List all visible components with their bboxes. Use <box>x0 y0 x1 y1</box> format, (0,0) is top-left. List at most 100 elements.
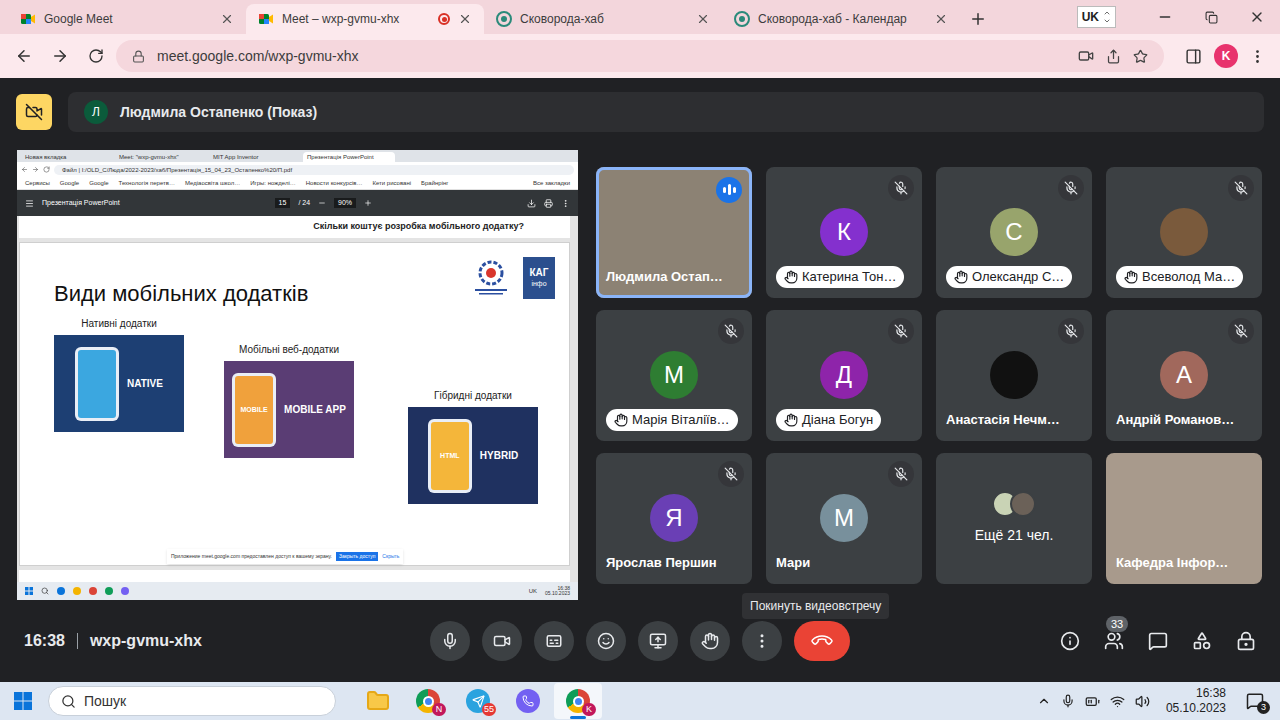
inner-url[interactable]: Файл | I:/OLD_C/Люда/2022-2023/хаб/Презе… <box>54 165 574 175</box>
app-icon[interactable] <box>89 587 97 595</box>
participant-tile[interactable]: СОлександр С… <box>936 167 1092 298</box>
people-button[interactable]: 33 <box>1104 631 1124 651</box>
taskbar-app[interactable]: K <box>554 683 602 719</box>
forward-icon[interactable] <box>32 166 39 173</box>
all-bookmarks[interactable]: Все закладки <box>533 180 570 186</box>
participant-tile[interactable]: ММарія Віталіїв… <box>596 310 752 441</box>
new-tab-button[interactable] <box>960 4 996 34</box>
close-icon[interactable] <box>458 12 472 26</box>
restore-button[interactable] <box>1188 11 1234 24</box>
bookmark[interactable]: Google <box>89 180 108 186</box>
reactions-button[interactable] <box>586 621 626 661</box>
mic-button[interactable] <box>430 621 470 661</box>
notifications-button[interactable]: 3 <box>1246 692 1264 710</box>
wifi-icon[interactable] <box>1110 694 1125 709</box>
taskbar-app[interactable] <box>354 683 402 719</box>
camera-button[interactable] <box>482 621 522 661</box>
back-button[interactable] <box>8 47 40 65</box>
url-field[interactable]: meet.google.com/wxp-gvmu-xhx <box>116 40 1164 72</box>
inner-tab[interactable]: Презентація PowerPoint <box>303 152 395 162</box>
inner-tab[interactable]: Новая вкладка <box>21 152 113 162</box>
app-icon[interactable] <box>73 587 81 595</box>
more-icon[interactable] <box>561 199 570 208</box>
leave-call-button[interactable] <box>794 621 850 661</box>
activities-icon[interactable] <box>1192 631 1212 651</box>
star-icon[interactable] <box>1133 49 1148 64</box>
presenting-button[interactable] <box>16 94 52 130</box>
bookmark[interactable]: Технологія перетв… <box>119 180 175 186</box>
chat-icon[interactable] <box>1148 631 1168 651</box>
participant-tile[interactable]: ММари <box>766 453 922 584</box>
zoom-field[interactable]: 90% <box>334 198 356 209</box>
close-icon[interactable] <box>696 12 710 26</box>
page-field[interactable]: 15 <box>275 198 291 209</box>
taskbar-app[interactable] <box>504 683 552 719</box>
windows-icon[interactable] <box>25 587 33 595</box>
windows-icon[interactable] <box>14 692 32 710</box>
download-icon[interactable] <box>527 199 536 208</box>
zoom-in-icon[interactable] <box>364 199 372 207</box>
host-controls-icon[interactable] <box>1236 631 1256 651</box>
bookmark[interactable]: Сервисы <box>25 180 50 186</box>
print-icon[interactable] <box>544 199 553 208</box>
participant-tile[interactable]: Всеволод Ма… <box>1106 167 1262 298</box>
close-icon[interactable] <box>220 12 234 26</box>
volume-icon[interactable] <box>1135 694 1150 709</box>
more-button[interactable] <box>742 621 782 661</box>
app-icon[interactable] <box>105 587 113 595</box>
forward-button[interactable] <box>44 47 76 65</box>
taskbar-search[interactable]: Пошук <box>48 686 336 716</box>
side-panel-button[interactable] <box>1176 48 1210 65</box>
back-icon[interactable] <box>21 166 28 173</box>
bookmark[interactable]: Медіаосвіта школ… <box>185 180 240 186</box>
clock[interactable]: 16:3805.10.2023 <box>1166 686 1226 716</box>
battery-icon[interactable] <box>1085 694 1100 709</box>
zoom-out-icon[interactable] <box>318 199 326 207</box>
participant-tile[interactable]: ААндрій Романов… <box>1106 310 1262 441</box>
raise-hand-button[interactable] <box>690 621 730 661</box>
participant-tile[interactable]: ЯЯрослав Першин <box>596 453 752 584</box>
app-icon[interactable] <box>57 587 65 595</box>
menu-button[interactable] <box>1242 48 1272 65</box>
share-icon[interactable] <box>1106 49 1121 64</box>
minimize-button[interactable] <box>1142 9 1188 25</box>
bookmark[interactable]: Google <box>60 180 79 186</box>
taskbar-app[interactable]: N <box>404 683 452 719</box>
reload-button[interactable] <box>80 48 112 64</box>
menu-icon[interactable] <box>25 199 34 208</box>
language-selector[interactable]: UK <box>1077 6 1116 28</box>
participant-tile[interactable]: ККатерина Тон… <box>766 167 922 298</box>
browser-tab[interactable]: Google Meet <box>8 4 246 34</box>
close-button[interactable] <box>1234 9 1280 25</box>
tray-overflow-icon[interactable] <box>1037 694 1051 708</box>
captions-button[interactable] <box>534 621 574 661</box>
profile-button[interactable]: K <box>1214 44 1238 68</box>
raised-hand-tag: Діана Богун <box>776 409 881 431</box>
reload-icon[interactable] <box>43 166 50 173</box>
taskbar-app[interactable]: 55 <box>454 683 502 719</box>
mic-icon[interactable] <box>1061 694 1075 708</box>
info-icon[interactable] <box>1060 631 1080 651</box>
browser-tab[interactable]: Meet – wxp-gvmu-xhx <box>246 4 484 34</box>
bookmark[interactable]: Кети рисовані <box>372 180 411 186</box>
browser-tab[interactable]: Сковорода-хаб <box>484 4 722 34</box>
participant-tile[interactable]: Кафедра Інфор… <box>1106 453 1262 584</box>
inner-lang[interactable]: UK <box>529 587 537 596</box>
bookmark[interactable]: Брайнрінг <box>421 180 448 186</box>
app-icon[interactable] <box>121 587 129 595</box>
bookmark[interactable]: Новости конкурсів… <box>306 180 363 186</box>
browser-tab[interactable]: Сковорода-хаб - Календар <box>722 4 960 34</box>
bookmark[interactable]: Игры: ножделі… <box>250 180 296 186</box>
participant-tile[interactable]: Ещё 21 чел. <box>936 453 1092 584</box>
stop-sharing-button[interactable]: Закрыть доступ <box>336 552 378 562</box>
search-icon[interactable] <box>41 587 49 595</box>
inner-tab[interactable]: MIT App Inventor <box>209 152 301 162</box>
participant-tile[interactable]: ДДіана Богун <box>766 310 922 441</box>
camera-icon[interactable] <box>1078 48 1094 64</box>
participant-tile[interactable]: Людмила Остап… <box>596 167 752 298</box>
close-icon[interactable] <box>934 12 948 26</box>
present-button[interactable] <box>638 621 678 661</box>
hide-link[interactable]: Скрыть <box>382 553 399 561</box>
inner-tab[interactable]: Meet: "wxp-gvmu-xhx" <box>115 152 207 162</box>
participant-tile[interactable]: Анастасія Нечм… <box>936 310 1092 441</box>
